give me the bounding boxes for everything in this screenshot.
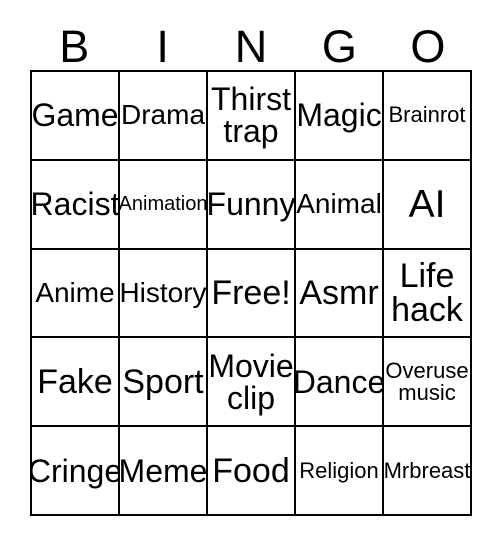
bingo-cell-label: Fake <box>37 362 113 401</box>
bingo-cell[interactable]: Animation <box>120 160 208 250</box>
bingo-cell[interactable]: Thirst trap <box>208 72 296 161</box>
bingo-cell[interactable]: Asmr <box>296 249 384 339</box>
bingo-cell-label: Meme <box>120 452 208 489</box>
bingo-cell[interactable]: Anime <box>32 249 120 339</box>
bingo-cell-label: Funny <box>208 186 296 223</box>
header-letter-g: G <box>321 21 357 72</box>
bingo-cell[interactable]: Fake <box>32 338 120 428</box>
bingo-cell-label: Overuse music <box>385 357 469 405</box>
bingo-cell-label: Mrbreast <box>384 457 471 483</box>
bingo-cell[interactable]: Free! <box>208 249 296 339</box>
bingo-cell[interactable]: Funny <box>208 160 296 250</box>
bingo-cell[interactable]: Dance <box>296 338 384 428</box>
bingo-cell-label: Game <box>32 97 119 134</box>
bingo-cell-label: Drama <box>121 99 206 131</box>
bingo-cell-label: History <box>120 276 207 308</box>
bingo-cell[interactable]: Overuse music <box>384 338 472 428</box>
bingo-cell-label: Thirst trap <box>211 81 291 150</box>
bingo-cell-label: Religion <box>299 457 379 483</box>
bingo-cell-label: Movie clip <box>208 347 294 416</box>
bingo-cell[interactable]: Cringe <box>32 427 120 516</box>
bingo-cell-label: Sport <box>122 362 204 401</box>
bingo-cell-label: Food <box>212 451 290 490</box>
bingo-cell[interactable]: Animal <box>296 160 384 250</box>
bingo-cell[interactable]: Religion <box>296 427 384 516</box>
bingo-cell[interactable]: Mrbreast <box>384 427 472 516</box>
bingo-cell[interactable]: Drama <box>120 72 208 161</box>
bingo-cell[interactable]: AI <box>384 160 472 250</box>
bingo-cell[interactable]: Game <box>32 72 120 161</box>
bingo-cell-label: Cringe <box>32 452 120 489</box>
bingo-cell-label: AI <box>408 182 446 226</box>
bingo-cell[interactable]: Racist <box>32 160 120 250</box>
header-letter-b: B <box>59 21 90 72</box>
bingo-cell-label: Anime <box>35 276 115 308</box>
bingo-cell-label: Racist <box>32 186 120 223</box>
bingo-cell[interactable]: Brainrot <box>384 72 472 161</box>
bingo-cell-label: Life hack <box>391 256 463 329</box>
header-letter-i: I <box>156 21 169 72</box>
bingo-cell[interactable]: Life hack <box>384 249 472 339</box>
bingo-cell[interactable]: Sport <box>120 338 208 428</box>
bingo-cell[interactable]: Movie clip <box>208 338 296 428</box>
bingo-cell-label: Asmr <box>299 273 379 312</box>
bingo-cell-label: Brainrot <box>388 102 466 128</box>
bingo-cell-label: Animation <box>120 193 208 216</box>
header-letter-n: N <box>234 21 268 72</box>
bingo-cell-label: Dance <box>296 363 384 400</box>
bingo-cell[interactable]: Magic <box>296 72 384 161</box>
header-letter-o: O <box>410 21 446 72</box>
bingo-cell-label: Free! <box>211 273 291 312</box>
bingo-grid: Game Drama Thirst trap Magic Brainrot Racist A… <box>30 70 472 516</box>
bingo-cell[interactable]: Meme <box>120 427 208 516</box>
bingo-cell-label: Magic <box>296 97 382 134</box>
bingo-cell-label: Animal <box>296 188 382 220</box>
bingo-card: B I N G O Game Drama Thirst trap Magic Brain… <box>0 0 501 544</box>
bingo-header-row: B I N G O <box>30 18 472 70</box>
bingo-cell[interactable]: Food <box>208 427 296 516</box>
bingo-cell[interactable]: History <box>120 249 208 339</box>
